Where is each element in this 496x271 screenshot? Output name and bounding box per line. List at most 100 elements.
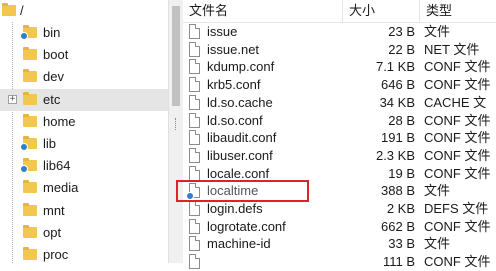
tree-item-home[interactable]: home — [0, 111, 168, 133]
tree-item-label: opt — [43, 224, 62, 240]
file-row[interactable]: ld.so.cache 34 KB CACHE 文 — [183, 94, 496, 112]
folder-icon — [23, 69, 37, 83]
tree-item-label: boot — [43, 47, 69, 63]
tree-item-label: lib64 — [43, 158, 71, 174]
folder-icon — [2, 3, 16, 16]
file-row[interactable]: logrotate.conf 662 B CONF 文件 — [183, 218, 496, 236]
file-size: 662 B — [381, 218, 415, 234]
column-header-type[interactable]: 类型 — [420, 0, 496, 22]
file-size: 111 B — [382, 254, 415, 270]
folder-tree: / bin boot dev + etc home lib lib64 media mnt opt p… — [0, 0, 168, 263]
highlight-box — [176, 180, 309, 202]
file-size: 646 B — [381, 77, 415, 93]
tree-item-lib[interactable]: lib — [0, 133, 168, 155]
column-header-name[interactable]: 文件名 — [183, 0, 343, 22]
file-name: ld.so.cache — [207, 94, 273, 110]
file-size: 388 B — [381, 183, 415, 199]
file-size: 7.1 KB — [375, 59, 415, 75]
file-type: CONF 文件 — [424, 130, 491, 146]
file-icon — [189, 147, 200, 163]
file-name: logrotate.conf — [207, 218, 286, 234]
scrollbar-thumb[interactable] — [172, 6, 180, 106]
column-header-row: 文件名 大小 类型 — [183, 0, 496, 23]
file-size: 191 B — [381, 130, 415, 146]
file-size: 28 B — [388, 112, 415, 128]
file-type: CACHE 文 — [424, 94, 487, 110]
file-row[interactable]: krb5.conf 646 B CONF 文件 — [183, 76, 496, 94]
column-header-size[interactable]: 大小 — [343, 0, 420, 22]
file-type: CONF 文件 — [424, 218, 491, 234]
file-type: CONF 文件 — [424, 59, 491, 75]
file-type: CONF 文件 — [424, 112, 491, 128]
folder-icon — [23, 113, 37, 127]
tree-item-label: proc — [43, 247, 69, 262]
splitter-grip[interactable] — [175, 118, 178, 130]
file-name: kdump.conf — [207, 59, 275, 75]
file-size: 19 B — [388, 165, 415, 181]
folder-icon — [23, 247, 37, 260]
tree-item-proc[interactable]: proc — [0, 244, 168, 263]
tree-item-label: home — [43, 113, 76, 129]
file-size: 33 B — [388, 236, 415, 252]
file-type: DEFS 文件 — [424, 201, 489, 216]
tree-root-label: / — [20, 3, 24, 18]
tree-item-bin[interactable]: bin — [0, 22, 168, 44]
tree-item-label: media — [43, 180, 79, 196]
file-row[interactable]: kdump.conf 7.1 KB CONF 文件 — [183, 58, 496, 76]
tree-item-media[interactable]: media — [0, 177, 168, 199]
file-list: 文件名 大小 类型 issue 23 B 文件 issue.net 22 B NET 文件… — [183, 0, 496, 270]
tree-item-etc[interactable]: + etc — [0, 88, 168, 111]
file-size: 34 KB — [379, 94, 415, 110]
file-row[interactable]: login.defs 2 KB DEFS 文件 — [183, 200, 496, 218]
file-name: issue.net — [207, 41, 260, 57]
file-icon — [189, 41, 200, 57]
tree-item-lib64[interactable]: lib64 — [0, 155, 168, 177]
tree-item-boot[interactable]: boot — [0, 44, 168, 66]
folder-icon — [23, 224, 37, 238]
file-row[interactable]: libaudit.conf 191 B CONF 文件 — [183, 129, 496, 147]
file-type: NET 文件 — [424, 41, 480, 57]
file-row[interactable]: machine-id 33 B 文件 — [183, 235, 496, 253]
file-name: issue — [207, 24, 238, 39]
file-size: 22 B — [388, 41, 415, 57]
file-name: libuser.conf — [207, 147, 273, 163]
folder-icon — [23, 91, 37, 105]
tree-item-mnt[interactable]: mnt — [0, 200, 168, 222]
file-type: CONF 文件 — [424, 147, 491, 163]
file-name: machine-id — [207, 236, 271, 252]
file-size: 2.3 KB — [375, 147, 415, 163]
file-name: ld.so.conf — [207, 112, 263, 128]
file-row[interactable]: issue.net 22 B NET 文件 — [183, 41, 496, 59]
file-icon — [189, 165, 200, 181]
file-icon — [189, 218, 200, 234]
tree-item-label: etc — [43, 91, 61, 107]
tree-item-opt[interactable]: opt — [0, 222, 168, 244]
file-icon — [189, 94, 200, 110]
file-icon — [189, 77, 200, 93]
shortcut-arrow-icon — [20, 32, 28, 40]
file-name: libaudit.conf — [207, 130, 277, 146]
file-type: 文件 — [424, 24, 451, 39]
file-size: 2 KB — [386, 201, 415, 216]
file-name: login.defs — [207, 201, 263, 216]
tree-item-label: lib — [43, 136, 57, 151]
file-type: 文件 — [424, 236, 451, 252]
file-icon — [189, 112, 200, 128]
folder-icon — [23, 180, 37, 194]
file-type: 文件 — [424, 183, 451, 199]
tree-root[interactable]: / — [0, 0, 168, 22]
file-row[interactable]: issue 23 B 文件 — [183, 23, 496, 41]
file-name: krb5.conf — [207, 77, 261, 93]
file-icon — [189, 24, 200, 39]
file-row[interactable]: ld.so.conf 28 B CONF 文件 — [183, 112, 496, 130]
file-type: CONF 文件 — [424, 254, 491, 270]
file-row[interactable]: libuser.conf 2.3 KB CONF 文件 — [183, 147, 496, 165]
file-icon — [189, 130, 200, 146]
file-row[interactable]: 111 B CONF 文件 — [183, 253, 496, 271]
tree-scrollbar[interactable] — [168, 0, 183, 263]
tree-item-label: dev — [43, 69, 64, 85]
expand-icon[interactable]: + — [8, 94, 17, 104]
tree-item-dev[interactable]: dev — [0, 66, 168, 88]
file-type: CONF 文件 — [424, 77, 491, 93]
shortcut-arrow-icon — [20, 143, 28, 151]
